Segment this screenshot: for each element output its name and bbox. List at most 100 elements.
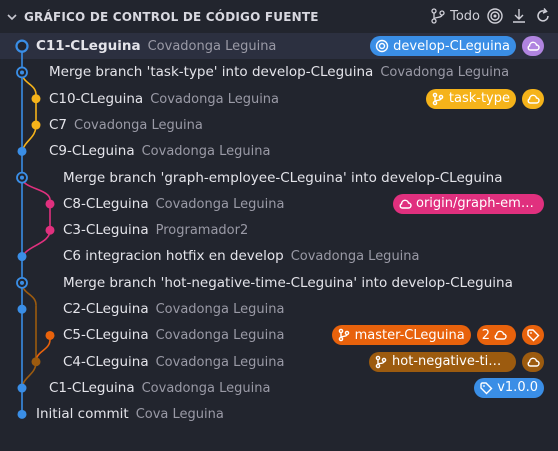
commit-row[interactable]: Merge branch 'graph-employee-CLeguina' i… (0, 165, 558, 191)
graph-commit-node (17, 252, 27, 262)
panel-header[interactable]: GRÁFICO DE CONTROL DE CÓDIGO FUENTE Todo (0, 0, 558, 36)
graph-merge-node-center (20, 175, 24, 180)
branch-chip[interactable]: hot-negative-time-CLeguina (369, 351, 516, 372)
commit-subject: Merge branch 'graph-employee-CLeguina' i… (63, 169, 503, 186)
commit-message: C1-CLeguina Covadonga Leguina (49, 375, 458, 401)
graph-commit-node (45, 225, 55, 235)
ref-label: develop-CLeguina (393, 38, 510, 54)
cloud-icon (527, 41, 540, 51)
ref-label: 2 (481, 327, 490, 343)
commit-subject: Merge branch 'hot-negative-time-CLeguina… (63, 274, 513, 291)
branch-chip[interactable]: task-type (425, 88, 516, 109)
branch-icon (338, 328, 349, 342)
commit-message: C7 Covadonga Leguina (49, 112, 538, 138)
commit-subject: C6 integracion hotfix en develop (63, 248, 284, 265)
ref-label: hot-negative-time-CLeguina (392, 354, 510, 370)
tag-chip[interactable]: v1.0.0 (474, 377, 544, 398)
tag-chip[interactable] (522, 325, 544, 346)
commit-refs: hot-negative-time-CLeguina (369, 351, 544, 372)
commit-row[interactable]: Merge branch 'task-type' into develop-CL… (0, 59, 558, 85)
commit-author: Covadonga Leguina (74, 117, 203, 133)
graph-commit-node (31, 94, 41, 104)
commit-message: Merge branch 'graph-employee-CLeguina' i… (63, 165, 538, 191)
commit-author: Covadonga Leguina (141, 144, 271, 160)
commit-row[interactable]: C7 Covadonga Leguina (0, 112, 558, 138)
graph-commit-node (17, 146, 27, 156)
commit-message: Initial commit Cova Leguina (36, 401, 538, 427)
filter-label: Todo (450, 8, 480, 24)
graph-head-node (15, 39, 29, 53)
commit-author: Covadonga Leguina (155, 302, 285, 317)
commit-message: C11-CLeguina Covadonga Leguina (36, 33, 362, 59)
commit-author: Covadonga Leguina (141, 380, 271, 396)
remote-ref-chip[interactable]: origin/graph-employee-CLeguina (393, 193, 544, 214)
commit-row[interactable]: C6 integracion hotfix en develop Covadong… (0, 243, 558, 269)
commit-message: C10-CLeguina Covadonga Leguina (49, 86, 406, 112)
cloud-icon (494, 330, 507, 340)
graph-merge-node-center (20, 70, 24, 75)
graph-commit-node (31, 357, 41, 367)
fetch-icon (513, 9, 525, 23)
ref-label: master-CLeguina (354, 327, 465, 343)
remote-ref-chip[interactable] (522, 351, 544, 372)
tag-icon (480, 382, 493, 395)
commit-author: Covadonga Leguina (155, 328, 285, 344)
commit-message: C9-CLeguina Covadonga Leguina (49, 138, 538, 164)
commit-row[interactable]: C3-CLeguina Programador2 (0, 217, 558, 243)
target-icon (375, 39, 389, 53)
commit-refs: v1.0.0 (474, 377, 544, 398)
commit-message: C2-CLeguina Covadonga Leguina (63, 296, 538, 322)
commit-row[interactable]: C9-CLeguina Covadonga Leguina (0, 138, 558, 164)
branch-chip[interactable]: master-CLeguina (331, 325, 471, 346)
commit-message: C3-CLeguina Programador2 (63, 217, 538, 243)
fetch-button[interactable] (510, 7, 528, 25)
commit-message: C5-CLeguina Covadonga Leguina (63, 322, 320, 348)
commit-row[interactable]: C1-CLeguina Covadonga Leguina v1.0.0 (0, 375, 558, 401)
remote-ref-chip[interactable] (522, 36, 544, 56)
commit-row[interactable]: C5-CLeguina Covadonga Leguina master-CLegu… (0, 322, 558, 348)
go-to-current-button[interactable] (486, 7, 504, 25)
commit-message: Merge branch 'task-type' into develop-CL… (49, 59, 538, 85)
commit-row[interactable]: C8-CLeguina Covadonga Leguina origin/graph… (0, 191, 558, 217)
commit-graph (15, 39, 55, 419)
commit-author: Covadonga Leguina (380, 65, 510, 81)
commit-refs: master-CLeguina 2 (331, 325, 544, 346)
commit-row[interactable]: C4-CLeguina Covadonga Leguina hot-negative… (0, 349, 558, 375)
branch-chip[interactable]: develop-CLeguina (370, 36, 516, 56)
commit-message: C8-CLeguina Covadonga Leguina (63, 191, 392, 217)
branch-filter-button[interactable]: Todo (429, 7, 480, 25)
commit-row[interactable]: Merge branch 'hot-negative-time-CLeguina… (0, 270, 558, 296)
graph-commit-node (17, 383, 27, 393)
target-icon (487, 8, 503, 24)
ref-label: task-type (448, 91, 510, 107)
commit-refs: task-type (425, 88, 544, 109)
graph-merge-node-center (20, 280, 24, 285)
branch-icon (432, 92, 444, 105)
commit-row[interactable]: C2-CLeguina Covadonga Leguina (0, 296, 558, 322)
refresh-icon (537, 8, 549, 22)
commit-row[interactable]: Initial commit Cova Leguina (0, 401, 558, 427)
ref-label: origin/graph-employee-CLeguina (416, 196, 538, 212)
commit-row[interactable]: C10-CLeguina Covadonga Leguina task-type (0, 86, 558, 112)
cloud-icon (527, 357, 540, 367)
commit-author: Covadonga Leguina (150, 91, 280, 107)
cloud-icon (399, 199, 412, 209)
commit-author: Covadonga Leguina (147, 39, 277, 54)
refresh-button[interactable] (534, 7, 552, 25)
branch-icon (375, 355, 387, 368)
ref-label: v1.0.0 (497, 380, 538, 396)
source-control-graph-panel: GRÁFICO DE CONTROL DE CÓDIGO FUENTE Todo… (0, 0, 558, 451)
commit-message: C4-CLeguina Covadonga Leguina (63, 349, 362, 375)
commit-refs: origin/graph-employee-CLeguina (393, 193, 544, 214)
graph-commit-node (17, 409, 27, 419)
remote-ref-chip[interactable] (522, 88, 544, 109)
commit-message: Merge branch 'hot-negative-time-CLeguina… (63, 270, 538, 296)
tag-icon (527, 329, 540, 342)
cloud-icon (527, 94, 540, 104)
commit-author: Cova Leguina (135, 407, 224, 423)
graph-commit-node (45, 199, 55, 209)
graph-commit-node (17, 304, 27, 314)
commit-row[interactable]: C11-CLeguina Covadonga Leguina develop-CLe… (0, 33, 558, 59)
commit-message: C6 integracion hotfix en develop Covadong… (63, 243, 538, 269)
remote-ref-chip[interactable]: 2 (476, 325, 516, 346)
